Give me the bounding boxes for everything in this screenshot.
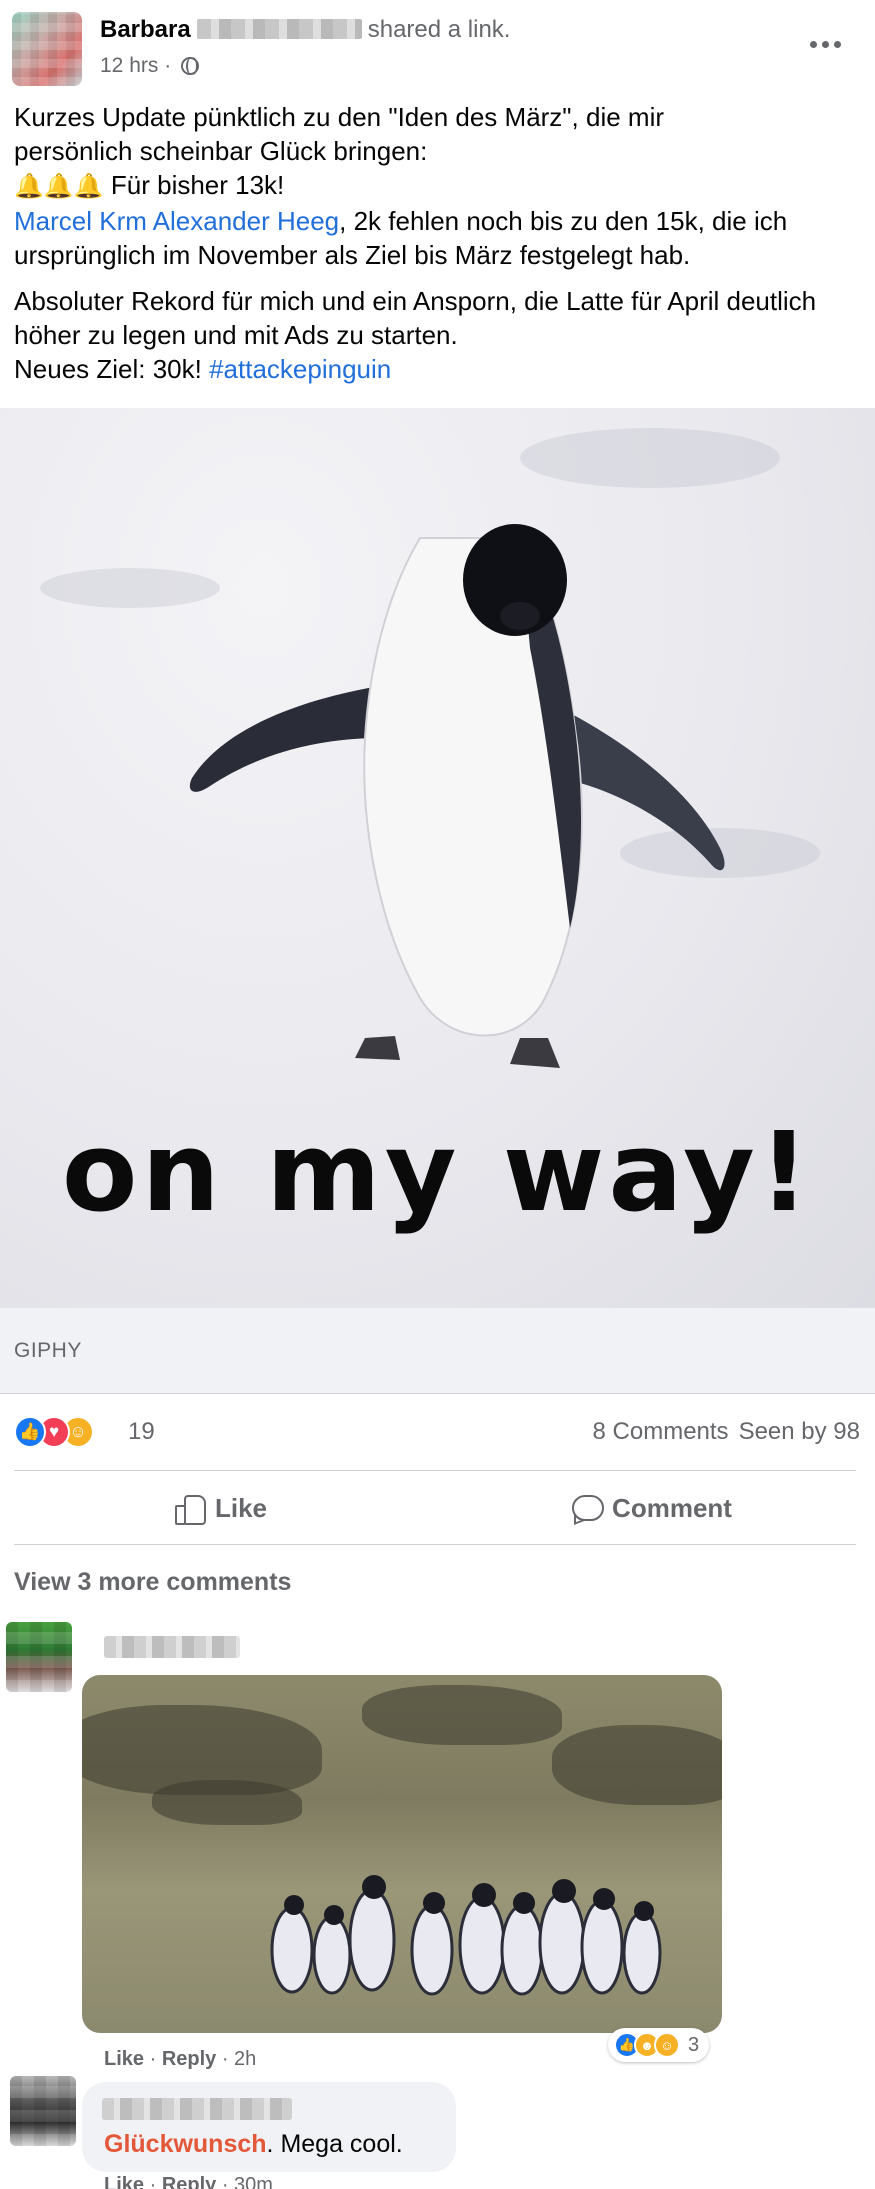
comment-bubble-icon — [570, 1493, 605, 1523]
reactions-row: 👍 ♥ ☺ 19 8 Comments Seen by 98 — [14, 1412, 860, 1452]
post-stats: 8 Comments Seen by 98 — [583, 1418, 860, 1446]
seen-by[interactable]: Seen by 98 — [739, 1418, 860, 1445]
comment-reply-link[interactable]: Reply — [162, 2048, 216, 2070]
dot-icon — [833, 40, 841, 48]
penguin-group-illustration — [270, 1875, 662, 1996]
like-reaction-icon[interactable]: 👍 — [14, 1416, 46, 1448]
mention-link[interactable]: Marcel Krm Alexander Heeg — [14, 206, 339, 236]
giphy-label: GIPHY — [14, 1339, 82, 1362]
comment-text: Glückwunsch. Mega cool. — [104, 2130, 403, 2158]
penguin-illustration — [189, 524, 725, 1068]
comment-actions: Like · Reply · 30m — [104, 2174, 273, 2189]
post-paragraph-2: Absoluter Rekord für mich und ein Anspor… — [14, 286, 817, 384]
hashtag-link[interactable]: #attackepinguin — [209, 354, 391, 384]
post-paragraph-1: Kurzes Update pünktlich zu den "Iden des… — [14, 102, 788, 270]
comment-bubble: Glückwunsch. Mega cool. — [82, 2082, 456, 2172]
commenter-avatar[interactable] — [10, 2076, 76, 2146]
dot-icon — [821, 40, 829, 48]
comment-gif[interactable] — [82, 1675, 722, 2033]
gif-media[interactable]: on my way! — [0, 408, 875, 1308]
thumb-up-icon — [173, 1493, 206, 1525]
comment-actions: Like · Reply · 2h — [104, 2048, 257, 2070]
bell-emoji: 🔔🔔🔔 — [14, 173, 104, 200]
comment-time[interactable]: · 2h — [222, 2048, 256, 2070]
post-meta: 12 hrs · — [100, 54, 200, 78]
author-line: Barbara shared a link. — [100, 16, 510, 44]
post-text: Kurzes Update pünktlich zu den "Iden des… — [14, 100, 864, 398]
comment-button[interactable]: Comment — [556, 1480, 746, 1536]
author-name[interactable]: Barbara — [100, 16, 191, 43]
author-avatar[interactable] — [12, 12, 82, 86]
globe-icon — [181, 57, 200, 75]
dot-icon — [809, 40, 817, 48]
comment-like-link[interactable]: Like — [104, 2174, 144, 2189]
comments-count[interactable]: 8 Comments — [593, 1418, 729, 1445]
comment-reaction-count: 3 — [688, 2033, 700, 2056]
gif-caption: on my way! — [61, 1108, 814, 1236]
comment-reactions[interactable]: 👍 ☻ ☺ 3 — [608, 2028, 710, 2062]
more-options-button[interactable] — [805, 32, 845, 56]
blurred-surname — [196, 19, 362, 39]
comment-reply-link[interactable]: Reply — [162, 2174, 216, 2189]
divider — [14, 1470, 856, 1471]
blurred-commenter-name — [102, 2098, 292, 2120]
post-time[interactable]: 12 hrs · — [100, 54, 171, 77]
reaction-count[interactable]: 19 — [128, 1418, 155, 1446]
blurred-commenter-name — [104, 1636, 240, 1658]
share-action-text: shared a link. — [367, 16, 511, 43]
comment-mention[interactable]: Glückwunsch — [104, 2130, 267, 2158]
divider — [14, 1544, 856, 1545]
comment-time[interactable]: · 30m — [222, 2174, 273, 2189]
like-button[interactable]: Like — [160, 1480, 280, 1536]
link-source-bar[interactable]: GIPHY — [0, 1308, 875, 1394]
commenter-avatar[interactable] — [6, 1622, 72, 1692]
post-header: Barbara shared a link. 12 hrs · — [0, 0, 875, 95]
care-reaction-icon: ☺ — [654, 2032, 680, 2058]
view-more-comments-link[interactable]: View 3 more comments — [14, 1568, 291, 1597]
comment-like-link[interactable]: Like — [104, 2048, 144, 2070]
